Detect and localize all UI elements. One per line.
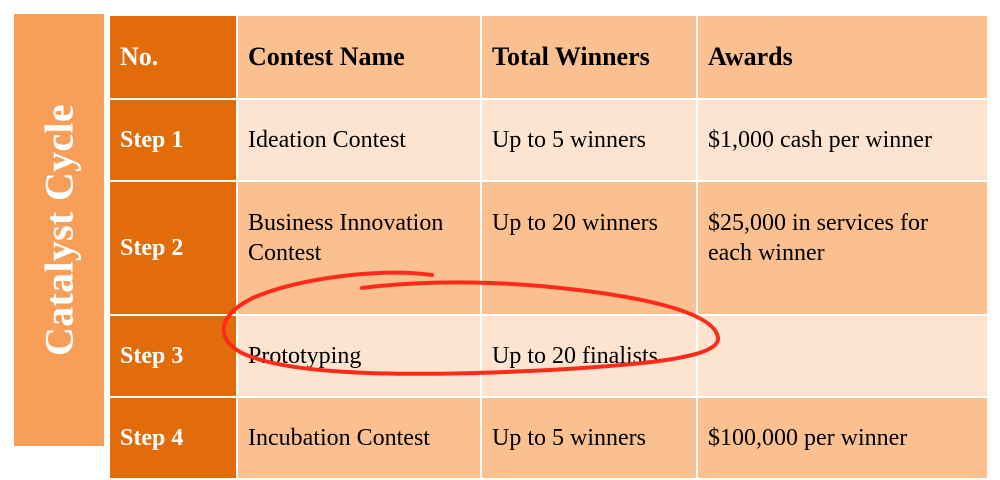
awards-cell: $100,000 per winner [696,396,989,480]
step-cell: Step 4 [108,396,238,480]
table-row: Step 3 Prototyping Up to 20 finalists [108,314,989,398]
table-row: Step 2 Business Innovation Contest Up to… [108,180,989,316]
contest-name-cell: Ideation Contest [236,98,482,182]
side-title: Catalyst Cycle [36,104,82,356]
column-header-awards: Awards [696,14,989,100]
contest-name-cell: Prototyping [236,314,482,398]
contest-table-wrapper: No. Contest Name Total Winners Awards St… [108,14,989,480]
column-header-number: No. [108,14,238,100]
contest-name-cell: Incubation Contest [236,396,482,480]
total-winners-cell: Up to 5 winners [480,396,698,480]
table-row: Step 1 Ideation Contest Up to 5 winners … [108,98,989,182]
total-winners-cell: Up to 20 finalists [480,314,698,398]
column-header-contest-name: Contest Name [236,14,482,100]
awards-cell: $1,000 cash per winner [696,98,989,182]
step-cell: Step 2 [108,180,238,316]
step-cell: Step 1 [108,98,238,182]
column-header-total-winners: Total Winners [480,14,698,100]
awards-cell: $25,000 in services for each winner [696,180,989,316]
total-winners-cell: Up to 20 winners [480,180,698,316]
awards-cell [696,314,989,398]
step-cell: Step 3 [108,314,238,398]
header-row: No. Contest Name Total Winners Awards [108,14,989,100]
contest-table: No. Contest Name Total Winners Awards St… [108,14,989,480]
contest-name-cell: Business Innovation Contest [236,180,482,316]
table-row: Step 4 Incubation Contest Up to 5 winner… [108,396,989,480]
total-winners-cell: Up to 5 winners [480,98,698,182]
